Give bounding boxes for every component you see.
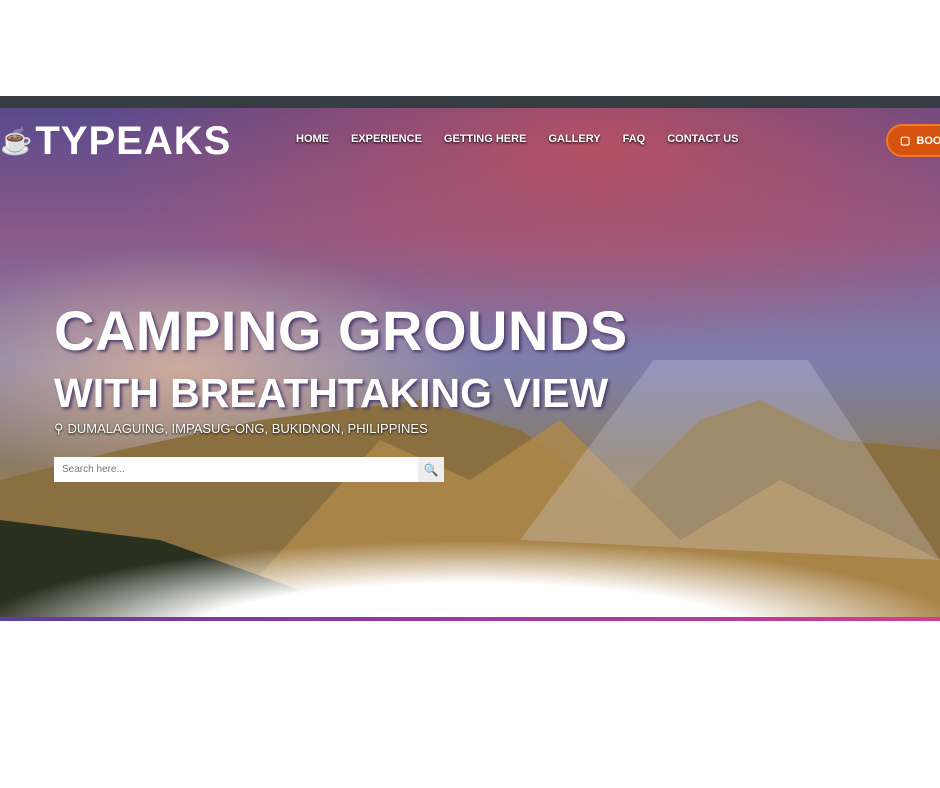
search-bar: 🔍	[54, 457, 444, 482]
fog-overlay	[0, 540, 940, 620]
nav-contact-us[interactable]: Contact Us	[667, 133, 738, 145]
nav-gallery[interactable]: Gallery	[548, 133, 600, 145]
nav-getting-here[interactable]: Getting Here	[444, 133, 527, 145]
hero-subtitle: WITH BREATHTAKING VIEW	[54, 370, 609, 416]
divider	[0, 617, 940, 621]
bag-icon: ▢	[900, 135, 911, 147]
hero-banner	[0, 108, 940, 620]
nav-home[interactable]: Home	[296, 133, 329, 145]
hero-title: CAMPING GROUNDS	[54, 299, 628, 362]
location: ⚲ Dumalaguing, Impasug-ong, Bukidnon, Phi…	[54, 421, 428, 437]
nav-faq[interactable]: FAQ	[623, 133, 646, 145]
nav-experience[interactable]: Experience	[351, 133, 422, 145]
book-button[interactable]: ▢ BOOK	[886, 124, 940, 157]
search-input[interactable]	[54, 457, 418, 482]
tent-logo-icon: ☕	[0, 125, 34, 156]
logo-text: TYPEAKS	[35, 118, 232, 163]
location-text: Dumalaguing, Impasug-ong, Bukidnon, Phil…	[67, 421, 428, 436]
search-icon: 🔍	[423, 462, 439, 477]
main-nav: Home Experience Getting Here Gallery FAQ…	[296, 133, 739, 145]
browser-top-bar	[0, 96, 940, 108]
location-pin-icon: ⚲	[54, 421, 64, 436]
logo[interactable]: ☕ TYPEAKS	[0, 118, 231, 164]
search-button[interactable]: 🔍	[418, 457, 444, 482]
book-label: BOOK	[916, 134, 940, 147]
